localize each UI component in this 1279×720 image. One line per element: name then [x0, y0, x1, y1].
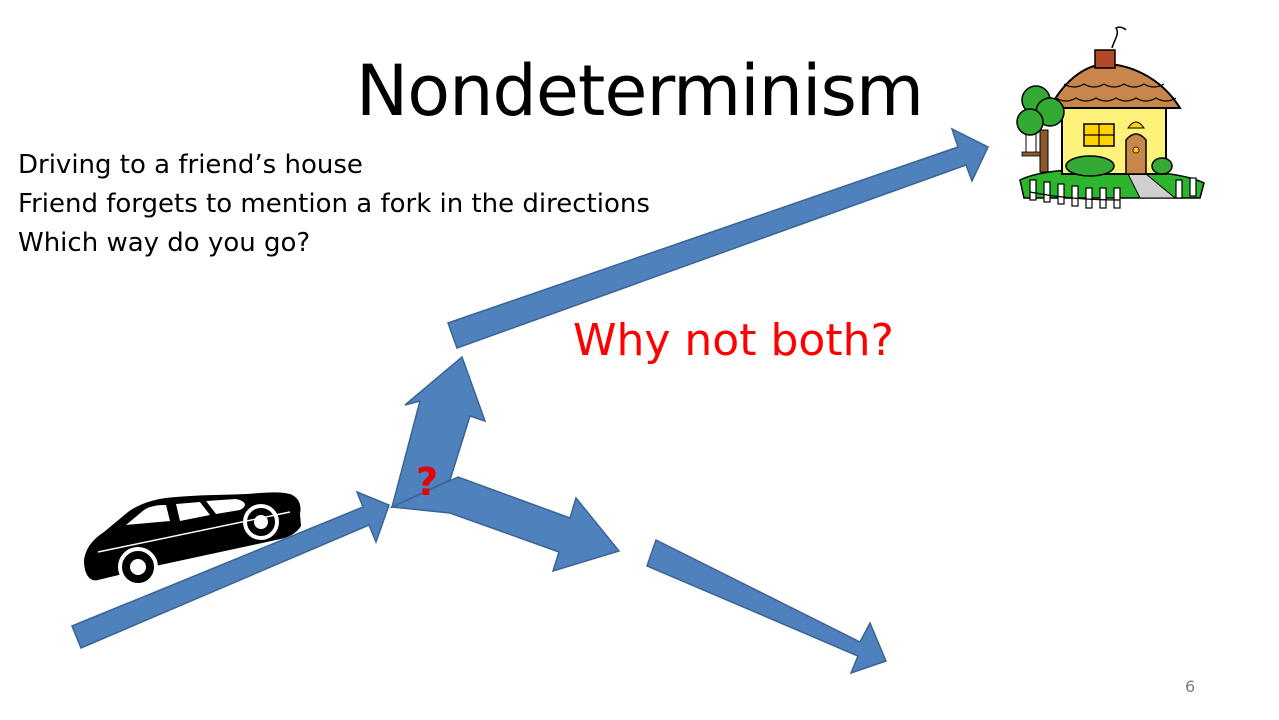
slide: Nondeterminism Driving to a friend’s hou…: [0, 0, 1279, 720]
arrow-both-path: [646, 538, 888, 675]
bullet-list: Driving to a friend’s house Friend forge…: [18, 146, 650, 263]
callout-text: Why not both?: [573, 315, 894, 366]
page-number: 6: [1185, 677, 1196, 696]
bullet-item: Friend forgets to mention a fork in the …: [18, 189, 650, 219]
bullet-item: Which way do you go?: [18, 228, 311, 258]
bullet-item: Driving to a friend’s house: [18, 150, 363, 180]
page-title: Nondeterminism: [355, 50, 924, 132]
fork-question-mark: ?: [416, 460, 439, 504]
car-icon: [84, 492, 301, 587]
